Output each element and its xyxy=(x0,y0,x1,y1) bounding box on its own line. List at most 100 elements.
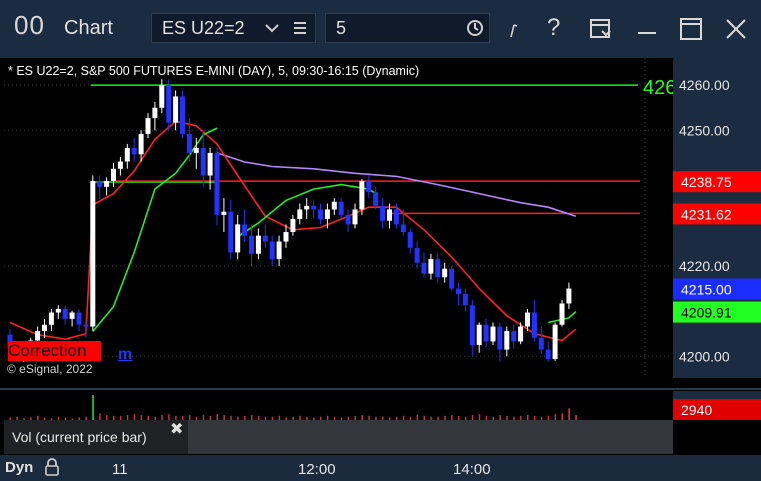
candle-body xyxy=(318,209,323,219)
candle-body xyxy=(338,201,344,215)
candle-body xyxy=(400,224,406,233)
candle-body xyxy=(538,337,544,350)
candle-body xyxy=(48,312,54,325)
time-label-1200: 12:00 xyxy=(298,461,336,478)
candle-body xyxy=(331,201,337,210)
green-average-line xyxy=(92,127,218,333)
candle-body xyxy=(393,209,399,225)
candle-body xyxy=(42,324,47,332)
copyright-text: © eSignal, 2022 xyxy=(7,362,93,376)
volume-bar xyxy=(568,408,570,420)
correction-label[interactable]: Correction xyxy=(8,341,101,361)
candle-body xyxy=(559,303,565,325)
volume-badge-label: 2940 xyxy=(681,402,712,418)
volume-strip xyxy=(188,420,673,454)
chevron-down-icon[interactable] xyxy=(264,17,280,44)
candle-body xyxy=(193,147,199,153)
candle-body xyxy=(200,147,206,176)
candle-body xyxy=(552,324,558,360)
candle-body xyxy=(387,209,392,221)
price-badge-label: 4215.00 xyxy=(681,282,732,298)
candle-body xyxy=(76,312,82,325)
candle-body xyxy=(180,96,185,134)
candle-body xyxy=(166,85,172,123)
candle-body xyxy=(228,211,234,253)
maximize-icon[interactable] xyxy=(679,17,703,47)
candle-body xyxy=(269,241,275,260)
candle-body xyxy=(407,232,413,248)
level-tag: 4260.00 xyxy=(643,77,673,99)
minimize-icon[interactable] xyxy=(636,21,658,47)
candle-body xyxy=(235,224,241,253)
candle-body xyxy=(262,235,268,242)
lock-icon[interactable] xyxy=(44,458,60,476)
window-title: Chart xyxy=(64,17,113,39)
candle-body xyxy=(159,85,165,108)
candle-body xyxy=(462,293,468,306)
candle-body xyxy=(345,214,351,225)
help-icon[interactable]: ? xyxy=(547,14,560,42)
candle-body xyxy=(290,218,296,233)
candle-body xyxy=(242,224,248,236)
y-tick-label: 4220.00 xyxy=(679,258,730,274)
candle-body xyxy=(297,209,303,219)
candle-body xyxy=(304,205,310,210)
y-tick-label: 4260.00 xyxy=(679,77,730,93)
candle-body xyxy=(456,288,461,294)
candle-body xyxy=(449,268,455,289)
candle-body xyxy=(469,305,475,346)
volume-bar xyxy=(99,413,101,420)
candle-body xyxy=(352,209,358,225)
candle-body xyxy=(111,168,116,181)
candle-body xyxy=(55,308,61,313)
clock-icon[interactable] xyxy=(466,17,484,44)
list-icon[interactable] xyxy=(292,17,308,44)
candle-body xyxy=(421,262,427,274)
draw-tool-icon[interactable] xyxy=(508,20,522,46)
candle-body xyxy=(504,331,510,350)
candle-body xyxy=(124,147,130,162)
candle-body xyxy=(138,133,144,155)
close-icon[interactable] xyxy=(724,17,748,47)
m-label[interactable]: m xyxy=(118,346,132,364)
candle-body xyxy=(545,349,551,360)
candle-body xyxy=(173,96,179,123)
candle-body xyxy=(490,326,496,342)
volume-close-icon[interactable]: ✖ xyxy=(170,419,183,439)
dropdown-panel-icon[interactable] xyxy=(589,17,613,47)
candle-body xyxy=(117,161,123,169)
dyn-label[interactable]: Dyn xyxy=(5,459,33,476)
candle-body xyxy=(483,324,489,342)
volume-bar xyxy=(561,413,563,420)
candle-body xyxy=(283,232,289,242)
candle-body xyxy=(83,324,89,327)
interval-value: 5 xyxy=(336,18,347,38)
symbol-value: ES U22=2 xyxy=(162,18,245,38)
candle-body xyxy=(62,308,68,319)
candle-body xyxy=(214,152,220,215)
candle-body xyxy=(249,235,254,254)
candle-body xyxy=(511,331,517,342)
candle-body xyxy=(276,241,282,260)
price-chart[interactable]: 4260.00 4250.00 4220.00 4200.00 4238.75 4231.… xyxy=(0,58,761,455)
price-badge-label: 4209.91 xyxy=(681,305,732,321)
time-label-11: 11 xyxy=(112,461,128,478)
symbol-field[interactable]: ES U22=2 xyxy=(151,13,316,43)
candle-body xyxy=(414,247,420,263)
candle-body xyxy=(518,326,524,342)
candle-body xyxy=(152,107,158,119)
candle-body xyxy=(35,331,41,341)
time-label-1400: 14:00 xyxy=(453,461,491,478)
candle-body xyxy=(104,180,110,187)
candle-body xyxy=(324,209,330,219)
candle-body xyxy=(311,205,317,210)
price-badge-label: 4238.75 xyxy=(681,174,732,190)
price-badge-label: 4231.62 xyxy=(681,206,732,222)
volume-panel-label: Vol (current price bar) xyxy=(4,420,188,454)
candle-body xyxy=(531,312,537,338)
candle-body xyxy=(97,180,103,187)
candle-body xyxy=(255,235,261,254)
interval-field[interactable]: 5 xyxy=(325,13,490,43)
candle-body xyxy=(90,180,96,327)
candle-body xyxy=(435,259,441,278)
